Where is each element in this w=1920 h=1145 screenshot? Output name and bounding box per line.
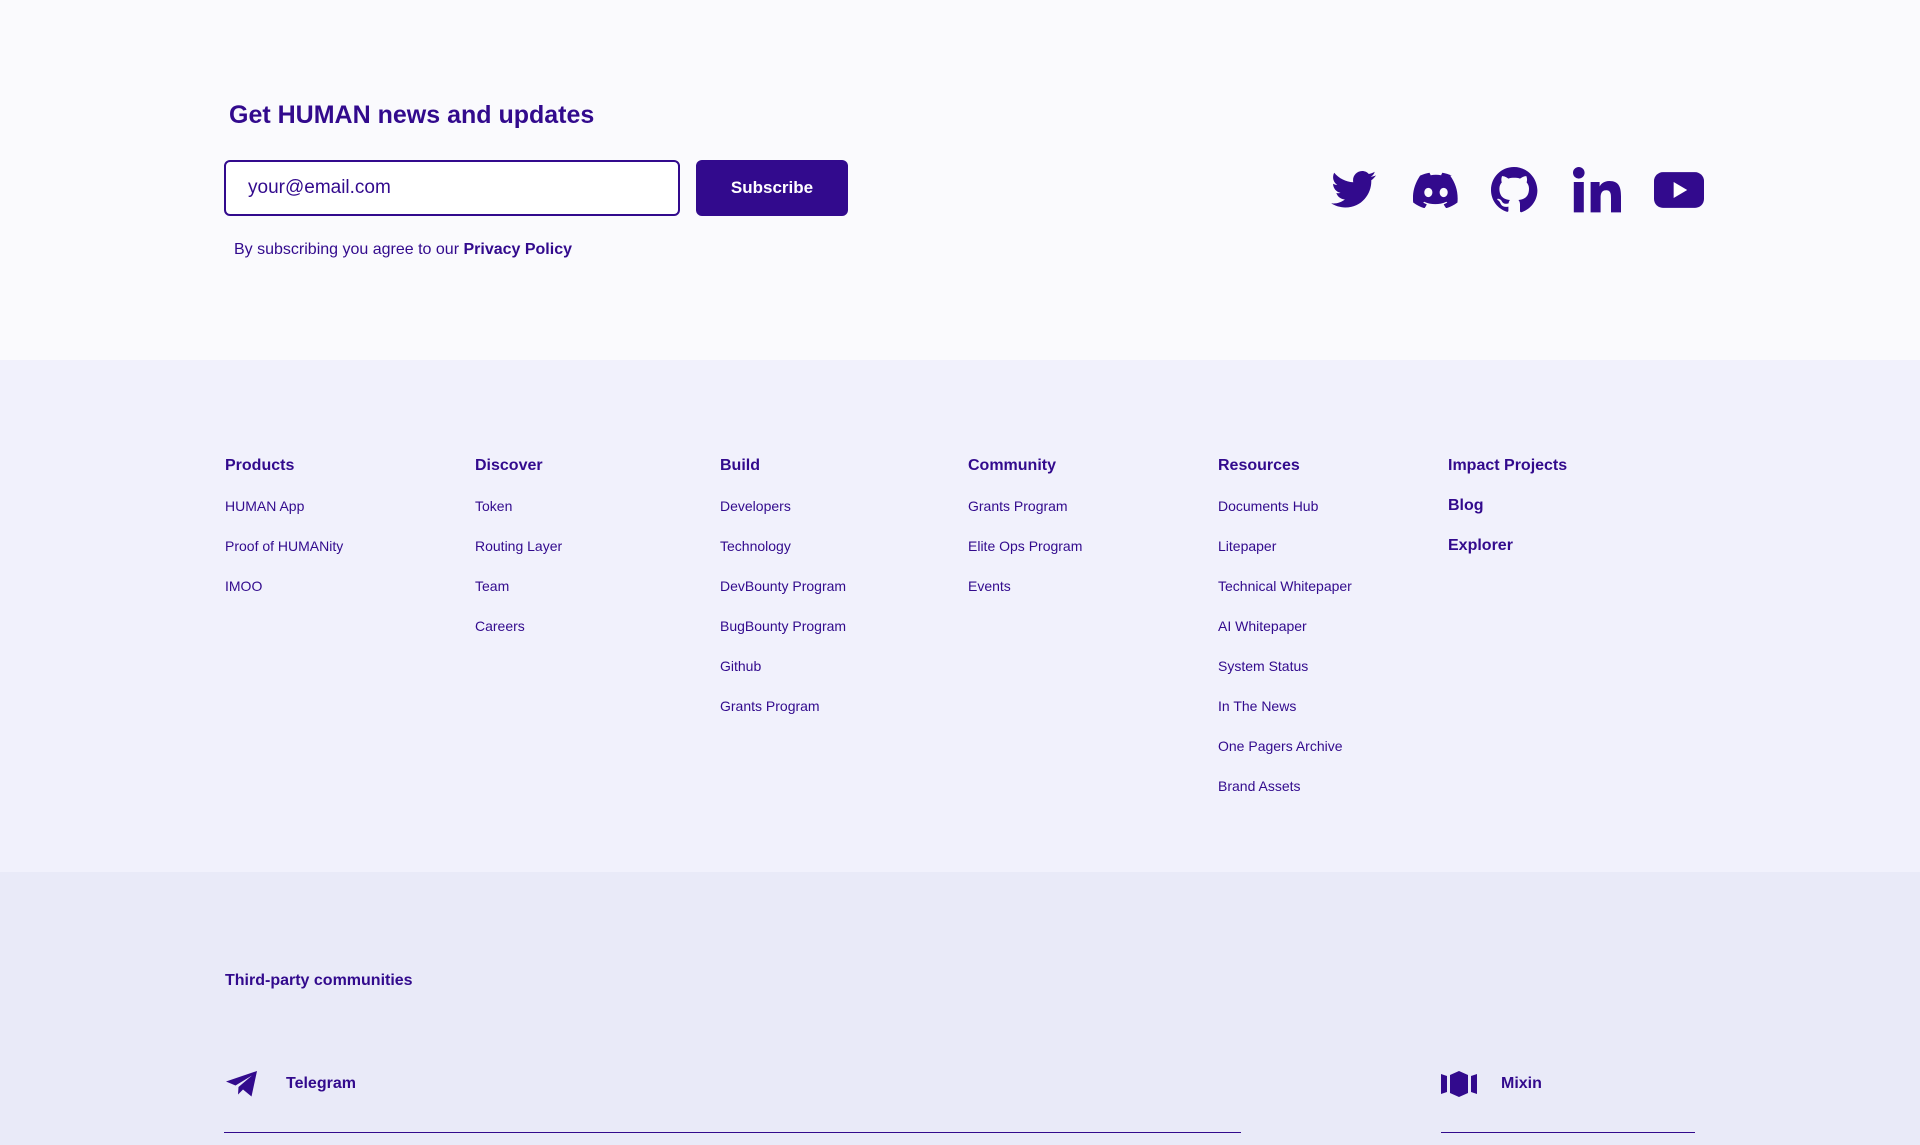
link-system-status[interactable]: System Status bbox=[1218, 658, 1308, 674]
linkedin-icon bbox=[1573, 167, 1621, 213]
build-heading: Build bbox=[720, 457, 760, 474]
disclaimer-text: By subscribing you agree to our bbox=[234, 241, 464, 258]
link-human-app[interactable]: HUMAN App bbox=[225, 498, 304, 514]
linkedin-link[interactable] bbox=[1571, 164, 1623, 216]
newsletter-section: Get HUMAN news and updates Subscribe By … bbox=[0, 0, 1920, 360]
link-litepaper[interactable]: Litepaper bbox=[1218, 538, 1276, 554]
github-link[interactable] bbox=[1488, 164, 1540, 216]
youtube-icon bbox=[1654, 172, 1704, 208]
build-column: Build Developers Technology DevBounty Pr… bbox=[720, 446, 846, 726]
link-explorer[interactable]: Explorer bbox=[1448, 526, 1567, 566]
twitter-icon bbox=[1331, 171, 1377, 208]
footer-links-section: Products HUMAN App Proof of HUMANity IMO… bbox=[0, 360, 1920, 872]
discover-list: Token Routing Layer Team Careers bbox=[475, 486, 562, 646]
mixin-label: Mixin bbox=[1501, 1075, 1542, 1092]
link-in-the-news[interactable]: In The News bbox=[1218, 698, 1296, 714]
discover-heading: Discover bbox=[475, 457, 543, 474]
link-impact-projects[interactable]: Impact Projects bbox=[1448, 446, 1567, 486]
products-list: HUMAN App Proof of HUMANity IMOO bbox=[225, 486, 343, 606]
github-icon bbox=[1491, 167, 1538, 213]
community-list: Grants Program Elite Ops Program Events bbox=[968, 486, 1082, 606]
products-column: Products HUMAN App Proof of HUMANity IMO… bbox=[225, 446, 343, 606]
link-routing-layer[interactable]: Routing Layer bbox=[475, 538, 562, 554]
discover-column: Discover Token Routing Layer Team Career… bbox=[475, 446, 562, 646]
resources-column: Resources Documents Hub Litepaper Techni… bbox=[1218, 446, 1352, 806]
mixin-icon bbox=[1441, 1068, 1477, 1100]
twitter-link[interactable] bbox=[1328, 164, 1380, 216]
subscribe-disclaimer: By subscribing you agree to our Privacy … bbox=[234, 241, 572, 259]
third-party-section: Third-party communities Telegram Mixin bbox=[0, 872, 1920, 1145]
telegram-icon bbox=[224, 1068, 260, 1100]
link-build-grants-program[interactable]: Grants Program bbox=[720, 698, 820, 714]
link-documents-hub[interactable]: Documents Hub bbox=[1218, 498, 1318, 514]
resources-heading: Resources bbox=[1218, 457, 1300, 474]
link-careers[interactable]: Careers bbox=[475, 618, 525, 634]
link-developers[interactable]: Developers bbox=[720, 498, 791, 514]
youtube-link[interactable] bbox=[1653, 164, 1705, 216]
community-heading: Community bbox=[968, 457, 1056, 474]
link-team[interactable]: Team bbox=[475, 578, 509, 594]
newsletter-title: Get HUMAN news and updates bbox=[229, 101, 595, 129]
mixin-community-link[interactable]: Mixin bbox=[1441, 1068, 1695, 1133]
email-input[interactable] bbox=[224, 160, 680, 216]
link-community-grants-program[interactable]: Grants Program bbox=[968, 498, 1068, 514]
telegram-label: Telegram bbox=[286, 1075, 356, 1092]
link-blog[interactable]: Blog bbox=[1448, 486, 1567, 526]
link-one-pagers-archive[interactable]: One Pagers Archive bbox=[1218, 738, 1343, 754]
products-heading: Products bbox=[225, 457, 295, 474]
link-bugbounty-program[interactable]: BugBounty Program bbox=[720, 618, 846, 634]
link-ai-whitepaper[interactable]: AI Whitepaper bbox=[1218, 618, 1307, 634]
discord-link[interactable] bbox=[1410, 164, 1462, 216]
extra-links-column: Impact Projects Blog Explorer bbox=[1448, 446, 1567, 566]
link-brand-assets[interactable]: Brand Assets bbox=[1218, 778, 1301, 794]
link-proof-of-humanity[interactable]: Proof of HUMANity bbox=[225, 538, 343, 554]
link-events[interactable]: Events bbox=[968, 578, 1011, 594]
link-token[interactable]: Token bbox=[475, 498, 512, 514]
third-party-title: Third-party communities bbox=[225, 972, 413, 989]
link-elite-ops-program[interactable]: Elite Ops Program bbox=[968, 538, 1082, 554]
telegram-community-link[interactable]: Telegram bbox=[224, 1068, 1241, 1133]
link-devbounty-program[interactable]: DevBounty Program bbox=[720, 578, 846, 594]
link-github[interactable]: Github bbox=[720, 658, 761, 674]
link-technical-whitepaper[interactable]: Technical Whitepaper bbox=[1218, 578, 1352, 594]
discord-icon bbox=[1413, 172, 1458, 208]
resources-list: Documents Hub Litepaper Technical Whitep… bbox=[1218, 486, 1352, 806]
link-imoo[interactable]: IMOO bbox=[225, 578, 262, 594]
privacy-policy-link[interactable]: Privacy Policy bbox=[463, 241, 572, 258]
subscribe-button[interactable]: Subscribe bbox=[696, 160, 848, 216]
community-column: Community Grants Program Elite Ops Progr… bbox=[968, 446, 1082, 606]
link-technology[interactable]: Technology bbox=[720, 538, 791, 554]
build-list: Developers Technology DevBounty Program … bbox=[720, 486, 846, 726]
